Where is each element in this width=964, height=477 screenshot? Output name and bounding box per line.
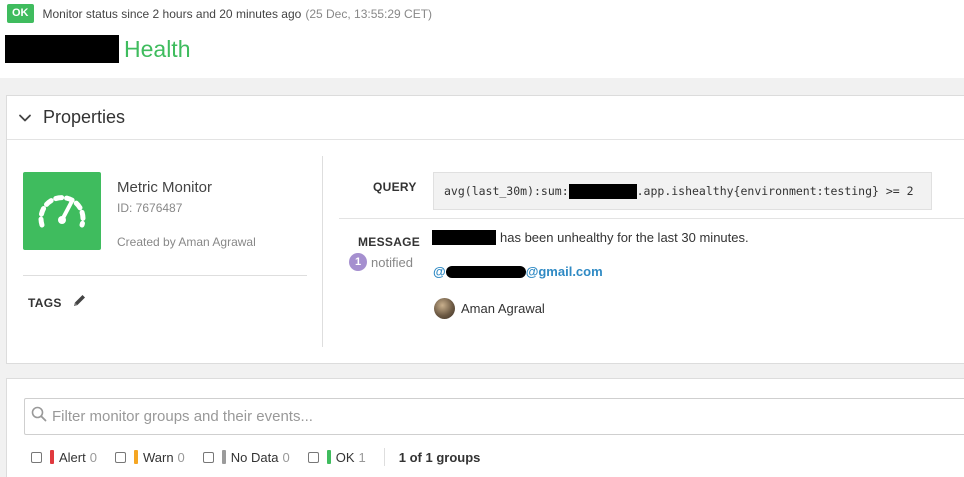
filter-no-data[interactable]: No Data 0 (202, 449, 290, 465)
query-prefix: avg(last_30m):sum: (444, 184, 569, 198)
page-title: Health (5, 34, 190, 64)
filter-label: No Data (230, 449, 279, 465)
filter-count: 1 (358, 449, 366, 465)
filter-count: 0 (282, 449, 290, 465)
filter-alert[interactable]: Alert 0 (31, 450, 97, 465)
filter-label: Warn (142, 449, 174, 465)
tags-label: TAGS (28, 296, 62, 310)
chevron-down-icon[interactable] (7, 96, 43, 140)
redacted-email-user (445, 265, 526, 278)
status-text: Monitor status since 2 hours and 20 minu… (42, 6, 302, 21)
avatar (434, 298, 455, 319)
redacted-title-prefix (5, 35, 119, 63)
divider (339, 218, 964, 219)
email-prefix: @ (433, 264, 446, 279)
notified-count-badge: 1 (349, 253, 367, 271)
divider (23, 275, 307, 276)
status-badge: OK (7, 4, 34, 23)
message-body: has been unhealthy for the last 30 minut… (500, 229, 749, 245)
properties-panel: Properties Metric Monitor ID: 7676487 Cr… (6, 95, 964, 364)
monitor-groups-panel: Alert 0 Warn 0 No Data 0 OK 1 1 of 1 gro… (6, 378, 964, 477)
email-domain: @gmail.com (525, 264, 603, 279)
notified-indicator: 1 notified (349, 253, 413, 271)
monitor-created-by: Created by Aman Agrawal (117, 235, 256, 249)
filter-warn[interactable]: Warn 0 (114, 449, 185, 465)
status-timestamp: (25 Dec, 13:55:29 CET) (305, 6, 433, 21)
monitor-type: Metric Monitor (117, 179, 213, 196)
no-data-status-bar (221, 450, 226, 464)
pencil-edit-icon[interactable] (72, 293, 87, 313)
alert-checkbox[interactable] (31, 451, 42, 463)
filter-ok[interactable]: OK 1 (307, 449, 366, 465)
page-title-text: Health (124, 35, 191, 62)
monitor-id: ID: 7676487 (117, 201, 183, 215)
message-text: has been unhealthy for the last 30 minut… (432, 229, 749, 245)
filter-count: 0 (177, 449, 185, 465)
properties-header[interactable]: Properties (7, 96, 964, 140)
filter-groups-input[interactable] (52, 408, 932, 425)
status-filters: Alert 0 Warn 0 No Data 0 OK 1 1 of 1 gro… (31, 448, 481, 466)
query-code: avg(last_30m):sum: .app.ishealthy{enviro… (433, 172, 932, 210)
no-data-checkbox[interactable] (202, 451, 214, 463)
alert-status-bar (50, 450, 54, 464)
vertical-divider (322, 156, 323, 347)
notified-label: notified (371, 254, 413, 270)
properties-title: Properties (43, 107, 126, 127)
redacted-service-name (432, 229, 496, 245)
user-name: Aman Agrawal (461, 301, 545, 316)
query-suffix: .app.ishealthy{environment:testing} >= 2 (636, 184, 914, 198)
notified-user[interactable]: Aman Agrawal (434, 298, 545, 319)
search-icon (31, 406, 47, 427)
notify-email-link[interactable]: @ @gmail.com (433, 264, 603, 279)
filter-label: Alert (59, 449, 86, 465)
divider (383, 448, 385, 466)
groups-count: 1 of 1 groups (398, 449, 481, 465)
redacted-metric-name (568, 183, 637, 199)
query-label: QUERY (373, 180, 417, 194)
monitor-header: OK Monitor status since 2 hours and 20 m… (0, 0, 964, 78)
filter-count: 0 (89, 449, 97, 465)
ok-checkbox[interactable] (307, 451, 319, 463)
status-line: OK Monitor status since 2 hours and 20 m… (7, 4, 432, 23)
filter-label: OK (335, 449, 355, 465)
filter-search-box[interactable] (24, 398, 964, 435)
warn-checkbox[interactable] (114, 451, 126, 463)
ok-status-bar (326, 450, 331, 464)
warn-status-bar (133, 450, 138, 464)
message-label: MESSAGE (358, 235, 421, 249)
metric-gauge-icon (23, 172, 101, 250)
